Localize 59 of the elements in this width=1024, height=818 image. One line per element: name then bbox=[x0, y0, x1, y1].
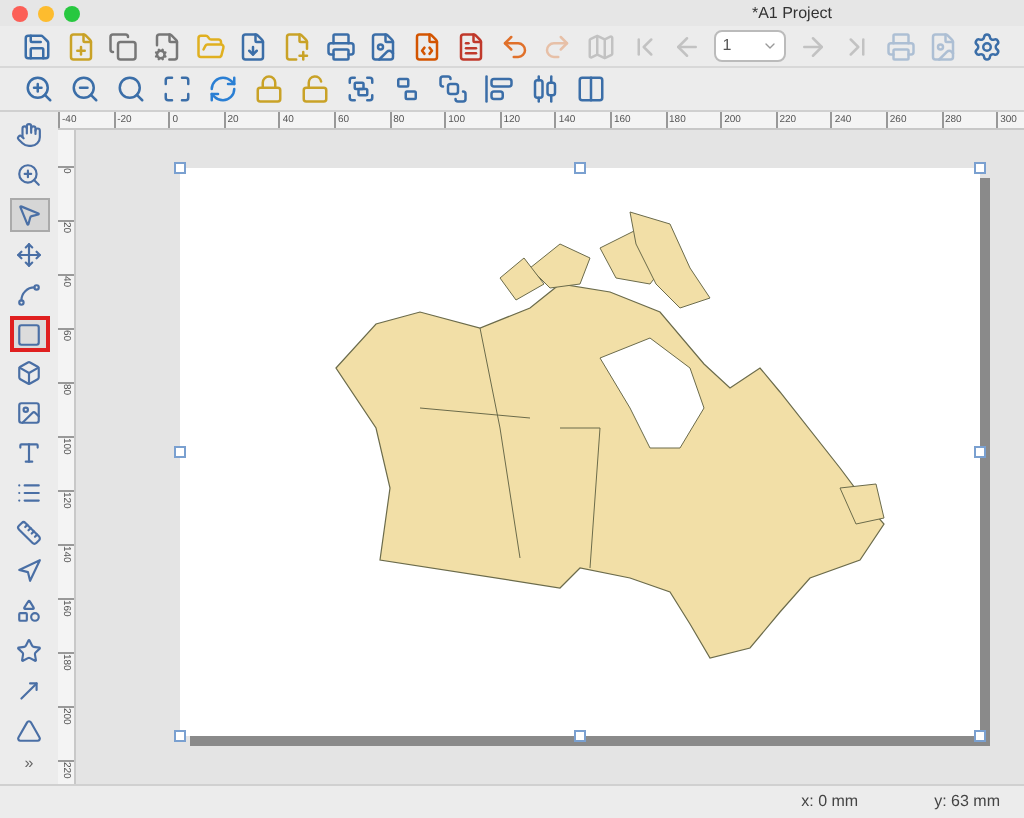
x-coordinate: x: 0 mm bbox=[801, 790, 859, 814]
folder-icon bbox=[195, 31, 226, 61]
more-tools-button[interactable]: » bbox=[24, 752, 34, 776]
cube-icon bbox=[16, 360, 42, 387]
redo-icon bbox=[542, 31, 573, 61]
save-icon bbox=[21, 31, 52, 61]
new-page-icon bbox=[282, 31, 313, 61]
zoom-out-icon bbox=[69, 74, 99, 104]
columns-icon bbox=[575, 74, 605, 104]
image-file-icon bbox=[368, 31, 399, 61]
north-arrow-icon bbox=[16, 558, 42, 585]
magnifier-icon bbox=[115, 74, 145, 104]
close-icon[interactable] bbox=[12, 5, 28, 21]
copy-icon bbox=[108, 31, 139, 61]
image-file-icon bbox=[928, 31, 959, 61]
refresh-icon bbox=[207, 74, 237, 104]
dropdown-caret-icon bbox=[762, 38, 779, 54]
add-image-icon bbox=[16, 400, 42, 427]
bring-to-front-icon bbox=[437, 74, 467, 104]
window-title: *A1 Project bbox=[751, 1, 832, 25]
settings-icon bbox=[972, 31, 1003, 61]
align-icon bbox=[483, 74, 513, 104]
document-icon bbox=[455, 31, 486, 61]
full-extent-icon bbox=[161, 74, 191, 104]
resize-handle[interactable] bbox=[174, 730, 186, 742]
group-icon bbox=[345, 74, 375, 104]
resize-handle[interactable] bbox=[174, 446, 186, 458]
node-edit-icon bbox=[16, 281, 42, 308]
map-icon bbox=[585, 31, 616, 61]
resize-handle[interactable] bbox=[574, 730, 586, 742]
document-download-icon bbox=[238, 31, 269, 61]
move-icon bbox=[16, 241, 42, 268]
add-map-tool[interactable] bbox=[9, 316, 49, 353]
unlock-icon bbox=[299, 74, 329, 104]
undo-icon bbox=[499, 31, 530, 61]
scale-bar-icon bbox=[16, 519, 42, 546]
document-gear-icon bbox=[151, 31, 182, 61]
resize-handle[interactable] bbox=[974, 446, 986, 458]
resize-handle[interactable] bbox=[574, 162, 586, 174]
distribute-icon bbox=[529, 74, 559, 104]
right-arrow-icon bbox=[798, 31, 829, 61]
code-file-icon bbox=[412, 31, 443, 61]
lock-icon bbox=[253, 74, 283, 104]
add-label-icon bbox=[16, 440, 42, 467]
resize-handle[interactable] bbox=[974, 730, 986, 742]
zoom-icon bbox=[16, 162, 42, 189]
hand-icon bbox=[16, 122, 42, 149]
star-icon bbox=[16, 637, 42, 664]
new-document-icon bbox=[65, 31, 96, 61]
printer-icon bbox=[325, 31, 356, 61]
zoom-in-icon bbox=[23, 74, 53, 104]
resize-handle[interactable] bbox=[974, 162, 986, 174]
add-shape-icon bbox=[16, 598, 42, 625]
ungroup-icon bbox=[391, 74, 421, 104]
pointer-tool[interactable] bbox=[9, 197, 49, 233]
pointer-icon bbox=[16, 202, 42, 229]
y-coordinate: y: 63 mm bbox=[934, 790, 1000, 814]
resize-handle[interactable] bbox=[174, 162, 186, 174]
printer-icon bbox=[885, 31, 916, 61]
